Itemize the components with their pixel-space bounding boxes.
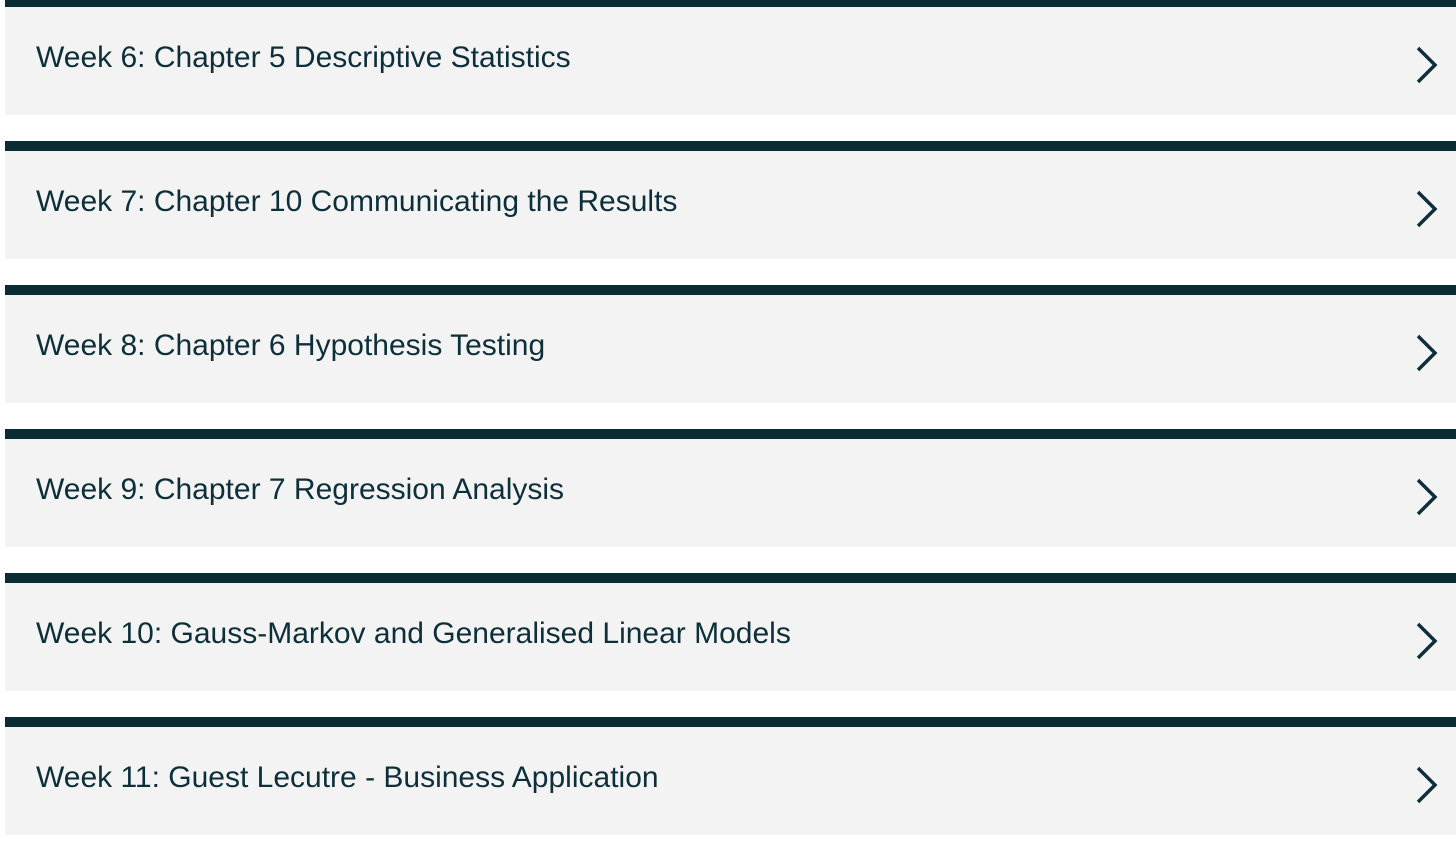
chevron-right-icon xyxy=(1411,760,1441,810)
module-title: Week 9: Chapter 7 Regression Analysis xyxy=(36,473,565,506)
chevron-right-icon xyxy=(1411,616,1441,666)
module-title: Week 11: Guest Lecutre - Business Applic… xyxy=(36,761,659,794)
module-title: Week 8: Chapter 6 Hypothesis Testing xyxy=(36,329,546,362)
chevron-right-icon xyxy=(1411,328,1441,378)
chevron-right-icon xyxy=(1411,184,1441,234)
module-item-week-6[interactable]: Week 6: Chapter 5 Descriptive Statistics xyxy=(5,0,1456,115)
module-item-week-9[interactable]: Week 9: Chapter 7 Regression Analysis xyxy=(5,429,1456,547)
chevron-right-icon xyxy=(1411,40,1441,90)
module-title: Week 10: Gauss-Markov and Generalised Li… xyxy=(36,617,791,650)
module-item-week-7[interactable]: Week 7: Chapter 10 Communicating the Res… xyxy=(5,141,1456,259)
chevron-right-icon xyxy=(1411,472,1441,522)
module-title: Week 6: Chapter 5 Descriptive Statistics xyxy=(36,41,571,74)
module-title: Week 7: Chapter 10 Communicating the Res… xyxy=(36,185,678,218)
module-item-week-8[interactable]: Week 8: Chapter 6 Hypothesis Testing xyxy=(5,285,1456,403)
module-item-week-10[interactable]: Week 10: Gauss-Markov and Generalised Li… xyxy=(5,573,1456,691)
module-item-week-11[interactable]: Week 11: Guest Lecutre - Business Applic… xyxy=(5,717,1456,835)
